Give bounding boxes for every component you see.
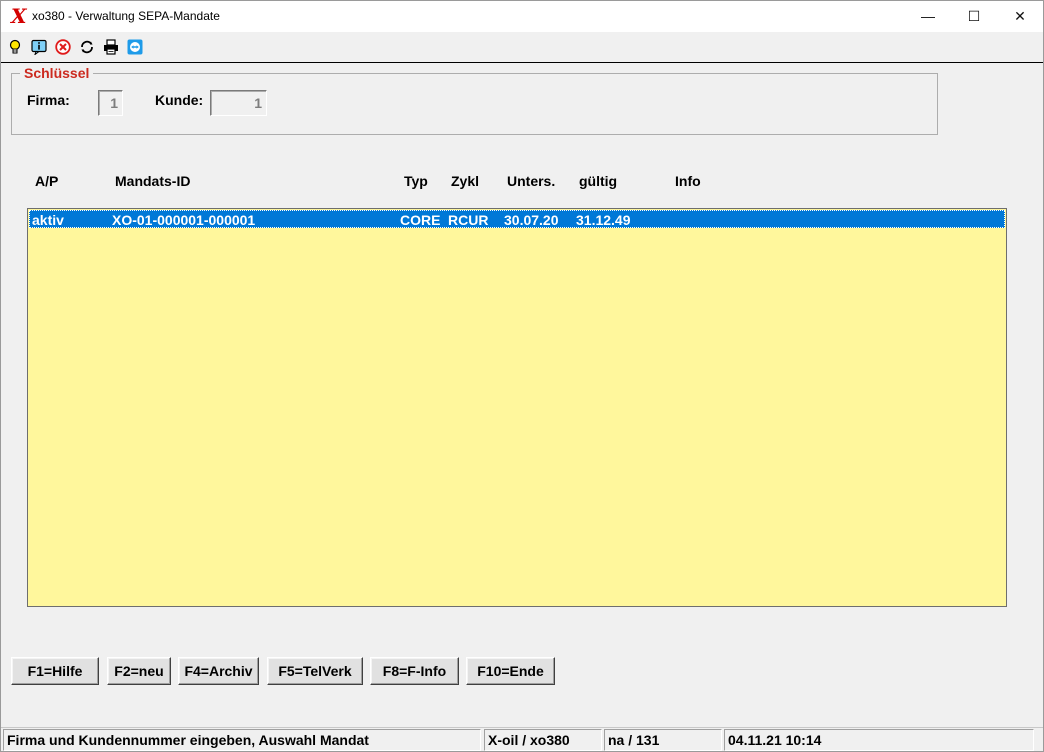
status-message: Firma und Kundennummer eingeben, Auswahl… bbox=[3, 729, 481, 751]
close-button[interactable]: ✕ bbox=[997, 1, 1043, 32]
f-info-button[interactable]: F8=F-Info bbox=[370, 657, 459, 685]
minimize-button[interactable]: — bbox=[905, 1, 951, 32]
help-button[interactable]: F1=Hilfe bbox=[11, 657, 99, 685]
refresh-icon[interactable] bbox=[79, 39, 95, 55]
status-user: na / 131 bbox=[604, 729, 722, 751]
info-icon[interactable] bbox=[31, 39, 47, 55]
mandate-list[interactable]: aktiv XO-01-000001-000001 CORE RCUR 30.0… bbox=[27, 208, 1007, 607]
cell-gueltig: 31.12.49 bbox=[576, 212, 631, 228]
column-header-gueltig[interactable]: gültig bbox=[579, 173, 617, 189]
key-group-legend: Schlüssel bbox=[20, 65, 94, 81]
archive-button[interactable]: F4=Archiv bbox=[178, 657, 259, 685]
cell-mandats-id: XO-01-000001-000001 bbox=[112, 212, 256, 228]
firma-label: Firma: bbox=[27, 92, 70, 108]
maximize-button[interactable]: ☐ bbox=[951, 1, 997, 32]
column-header-unters[interactable]: Unters. bbox=[507, 173, 555, 189]
status-datetime: 04.11.21 10:14 bbox=[724, 729, 1034, 751]
toolbar bbox=[1, 32, 1043, 62]
kunde-label: Kunde: bbox=[155, 92, 204, 108]
firma-field[interactable]: 1 bbox=[98, 90, 123, 116]
cell-unters: 30.07.20 bbox=[504, 212, 559, 228]
column-header-typ[interactable]: Typ bbox=[404, 173, 428, 189]
table-row-selected[interactable]: aktiv XO-01-000001-000001 CORE RCUR 30.0… bbox=[29, 210, 1005, 228]
window-title: xo380 - Verwaltung SEPA-Mandate bbox=[32, 9, 220, 23]
cell-ap: aktiv bbox=[32, 212, 64, 228]
app-logo-icon: X bbox=[11, 4, 27, 28]
toolbar-separator bbox=[1, 62, 1043, 63]
kunde-field[interactable]: 1 bbox=[210, 90, 267, 116]
column-header-mandats-id[interactable]: Mandats-ID bbox=[115, 173, 190, 189]
application-window: X xo380 - Verwaltung SEPA-Mandate — ☐ ✕ bbox=[0, 0, 1044, 752]
cell-typ: CORE bbox=[400, 212, 441, 228]
column-header-zykl[interactable]: Zykl bbox=[451, 173, 479, 189]
status-program: X-oil / xo380 bbox=[484, 729, 602, 751]
remote-support-icon[interactable] bbox=[127, 39, 143, 55]
cancel-icon[interactable] bbox=[55, 39, 71, 55]
title-bar[interactable]: X xo380 - Verwaltung SEPA-Mandate — ☐ ✕ bbox=[1, 1, 1043, 32]
column-header-ap[interactable]: A/P bbox=[35, 173, 58, 189]
new-button[interactable]: F2=neu bbox=[107, 657, 171, 685]
key-group-box bbox=[11, 73, 938, 135]
printer-icon[interactable] bbox=[103, 39, 119, 55]
column-header-info[interactable]: Info bbox=[675, 173, 701, 189]
lightbulb-icon[interactable] bbox=[7, 39, 23, 55]
cell-zykl: RCUR bbox=[448, 212, 489, 228]
end-button[interactable]: F10=Ende bbox=[466, 657, 555, 685]
telverk-button[interactable]: F5=TelVerk bbox=[267, 657, 363, 685]
